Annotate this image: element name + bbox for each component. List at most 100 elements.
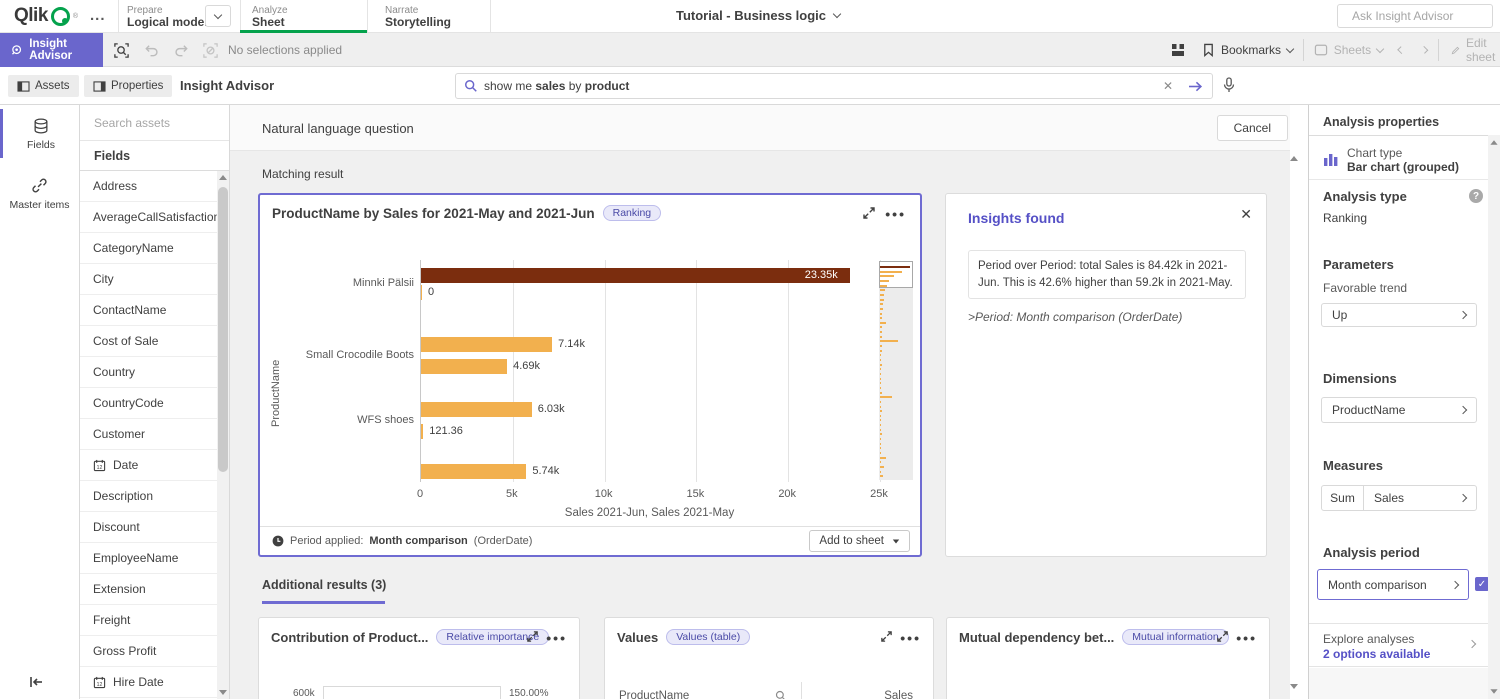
bar-Sales-2021-Jun[interactable]	[421, 337, 552, 352]
bar-Sales-2021-Jun[interactable]	[421, 268, 850, 283]
bar-Sales-2021-Jun[interactable]	[421, 464, 526, 479]
field-item[interactable]: Discount	[80, 512, 229, 543]
explore-analyses-row[interactable]: Explore analyses 2 options available	[1309, 623, 1489, 667]
dimension-button[interactable]: ProductName	[1321, 397, 1477, 423]
submit-arrow-icon[interactable]	[1187, 80, 1204, 93]
field-item[interactable]: Freight	[80, 605, 229, 636]
sidebar-item-master-items[interactable]: Master items	[0, 168, 79, 218]
help-icon[interactable]: ?	[1469, 189, 1483, 203]
y-axis-tick-label[interactable]: WFS shoes	[357, 414, 414, 426]
bar-Sales-2021-Jun[interactable]	[421, 402, 532, 417]
active-tab-underline	[262, 601, 385, 604]
main-scroll-up-icon[interactable]	[1290, 156, 1298, 161]
sidebar-item-fields[interactable]: Fields	[0, 109, 79, 158]
scroll-down-icon[interactable]	[1490, 689, 1497, 694]
search-assets-input[interactable]: Search assets	[80, 105, 229, 141]
scroll-down-icon[interactable]	[219, 690, 227, 695]
voice-input-button[interactable]	[1222, 77, 1236, 95]
expand-chart-button[interactable]	[526, 630, 539, 643]
field-item[interactable]: EmployeeName	[80, 543, 229, 574]
tab-prepare[interactable]: Prepare Logical model	[127, 5, 208, 29]
tab-additional-results[interactable]: Additional results (3)	[262, 578, 386, 592]
tab-narrate[interactable]: Narrate Storytelling	[385, 5, 451, 29]
properties-toggle-button[interactable]: Properties	[84, 75, 172, 97]
collapse-panel-button[interactable]	[28, 675, 44, 689]
assets-toggle-button[interactable]: Assets	[8, 75, 79, 97]
cancel-button[interactable]: Cancel	[1217, 115, 1288, 141]
previous-sheet-button[interactable]	[1398, 46, 1405, 53]
step-forward-button[interactable]	[170, 39, 192, 61]
chart-menu-button[interactable]: •••	[546, 633, 567, 643]
chart-menu-button[interactable]: •••	[1236, 633, 1257, 643]
field-item[interactable]: Extension	[80, 574, 229, 605]
close-icon[interactable]: ✕	[1240, 206, 1252, 223]
additional-result-card-contribution[interactable]: Contribution of Product... Relative impo…	[258, 617, 580, 699]
properties-scrollbar[interactable]	[1488, 135, 1500, 699]
minimap-bar	[880, 354, 881, 356]
global-menu-button[interactable]: ...	[90, 7, 106, 24]
bar-Sales-2021-May[interactable]	[421, 359, 507, 374]
field-item[interactable]: Cost of Sale	[80, 326, 229, 357]
field-item[interactable]: CategoryName	[80, 233, 229, 264]
matching-result-chart-card[interactable]: ProductName by Sales for 2021-May and 20…	[258, 193, 922, 557]
field-item[interactable]: 12Date	[80, 450, 229, 481]
nl-question-text[interactable]: show me sales by product	[484, 79, 1157, 93]
y-axis-tick-label[interactable]: Minnki Pälsii	[353, 277, 414, 289]
bar-value-label: 0	[428, 285, 434, 300]
bookmarks-button[interactable]: Bookmarks	[1202, 43, 1293, 57]
field-item[interactable]: City	[80, 264, 229, 295]
prepare-dropdown-button[interactable]	[205, 5, 231, 27]
nl-question-searchbar[interactable]: show me sales by product ✕	[455, 73, 1213, 99]
edit-sheet-button[interactable]: Edit sheet	[1451, 36, 1500, 64]
scrollbar-thumb[interactable]	[218, 187, 228, 472]
main-scroll-down-icon[interactable]	[1290, 684, 1298, 689]
field-item[interactable]: Customer	[80, 419, 229, 450]
favorable-trend-button[interactable]: Up	[1321, 303, 1477, 327]
chart-menu-button[interactable]: •••	[900, 633, 921, 643]
analysis-period-checkbox[interactable]: ✓	[1475, 577, 1489, 591]
field-item[interactable]: ContactName	[80, 295, 229, 326]
bar-Sales-2021-May[interactable]	[421, 424, 423, 439]
additional-result-card-mutual-dependency[interactable]: Mutual dependency bet... Mutual informat…	[946, 617, 1270, 699]
field-item[interactable]: AverageCallSatisfaction	[80, 202, 229, 233]
y-axis-tick-label[interactable]: Small Crocodile Boots	[306, 349, 414, 361]
measure-aggregation[interactable]: Sum	[1322, 486, 1364, 510]
bar-Sales-2021-May[interactable]	[421, 285, 422, 300]
tab-analyze[interactable]: Analyze Sheet	[252, 5, 288, 29]
clear-selections-button[interactable]	[199, 39, 221, 61]
field-item[interactable]: Country	[80, 357, 229, 388]
global-search[interactable]	[1337, 4, 1493, 28]
chart-minimap[interactable]	[879, 264, 913, 480]
scroll-up-icon[interactable]	[219, 175, 227, 180]
table-column-header[interactable]: Sales	[815, 690, 913, 699]
sheets-button[interactable]: Sheets	[1314, 43, 1383, 57]
field-list-scrollbar[interactable]	[217, 171, 229, 699]
app-objects-button[interactable]	[1170, 42, 1186, 58]
field-item[interactable]: Address	[80, 171, 229, 202]
expand-chart-button[interactable]	[862, 206, 876, 220]
field-item[interactable]: 12Hire Date	[80, 667, 229, 698]
table-column-header[interactable]: ProductName	[619, 690, 689, 699]
field-item[interactable]: Gross Profit	[80, 636, 229, 667]
additional-result-card-values[interactable]: Values Values (table) ••• ProductName Sa…	[604, 617, 934, 699]
insight-advisor-button[interactable]: Insight Advisor	[0, 33, 103, 67]
expand-chart-button[interactable]	[1216, 630, 1229, 643]
column-search-icon[interactable]	[775, 690, 787, 699]
field-item[interactable]: Description	[80, 481, 229, 512]
measure-button[interactable]: Sum Sales	[1321, 485, 1477, 511]
selections-bar: Insight Advisor No selections applied	[0, 33, 1500, 67]
next-sheet-button[interactable]	[1420, 46, 1427, 53]
add-to-sheet-button[interactable]: Add to sheet	[809, 530, 910, 552]
ask-insight-advisor-input[interactable]	[1352, 9, 1500, 23]
expand-chart-button[interactable]	[880, 630, 893, 643]
app-title-menu[interactable]: Tutorial - Business logic	[676, 8, 840, 23]
smart-search-button[interactable]	[110, 39, 132, 61]
field-item[interactable]: CountryCode	[80, 388, 229, 419]
step-back-button[interactable]	[140, 39, 162, 61]
scroll-up-icon[interactable]	[1490, 140, 1497, 145]
x-axis-tick-label: 0	[398, 488, 442, 500]
clear-input-icon[interactable]: ✕	[1163, 79, 1173, 93]
plot-area[interactable]: 23.35k07.14k4.69k6.03k121.365.74k	[420, 260, 879, 482]
analysis-period-button[interactable]: Month comparison	[1317, 569, 1469, 600]
chart-menu-button[interactable]: •••	[885, 209, 906, 219]
